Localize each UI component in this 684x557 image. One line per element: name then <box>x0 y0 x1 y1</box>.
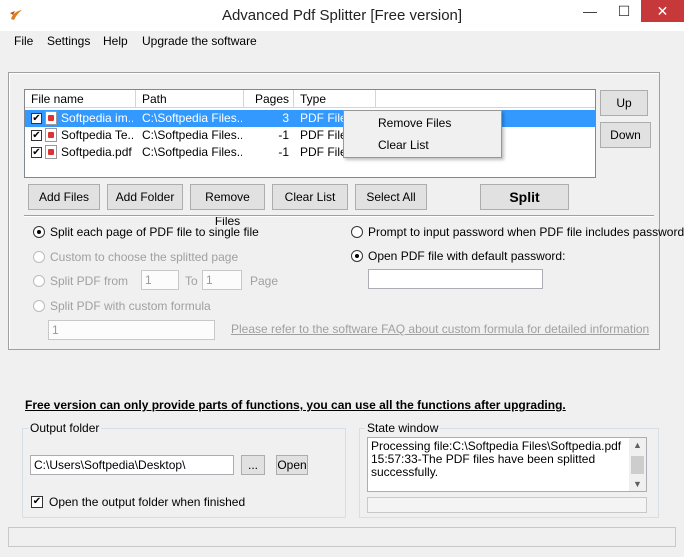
column-header-blank <box>376 90 595 108</box>
move-down-button[interactable]: Down <box>600 122 651 148</box>
file-path: C:\Softpedia Files... <box>142 128 242 142</box>
scroll-down-icon[interactable]: ▼ <box>629 478 646 491</box>
close-button[interactable]: ✕ <box>641 0 684 22</box>
file-pages: -1 <box>278 128 289 142</box>
file-path: C:\Softpedia Files... <box>142 111 242 125</box>
column-header-file-name[interactable]: File name <box>25 90 136 108</box>
pdf-file-icon <box>45 145 57 159</box>
from-page-input[interactable]: 1 <box>141 270 179 290</box>
app-window: Advanced Pdf Splitter [Free version] — ☐… <box>0 0 684 557</box>
default-password-label: Open PDF file with default password: <box>368 249 566 263</box>
open-folder-button[interactable]: Open <box>276 455 308 475</box>
row-checkbox[interactable]: ✔ <box>31 113 42 124</box>
output-folder-title: Output folder <box>28 421 102 435</box>
file-name: Softpedia im... <box>61 111 133 125</box>
title-bar[interactable]: Advanced Pdf Splitter [Free version] — ☐… <box>0 0 684 31</box>
scroll-thumb[interactable] <box>631 456 644 474</box>
context-clear-list[interactable]: Clear List <box>378 138 429 152</box>
status-bar <box>8 527 676 547</box>
split-each-label: Split each page of PDF file to single fi… <box>50 225 259 239</box>
open-when-finished-label: Open the output folder when finished <box>49 495 246 509</box>
pdf-file-icon <box>45 111 57 125</box>
log-scrollbar[interactable]: ▲ ▼ <box>629 438 646 491</box>
file-row[interactable]: ✔ Softpedia im... C:\Softpedia Files... … <box>25 110 595 127</box>
menu-bar: File Settings Help Upgrade the software <box>0 31 684 53</box>
scroll-up-icon[interactable]: ▲ <box>629 439 646 452</box>
progress-bar <box>367 497 647 513</box>
separator <box>24 215 654 217</box>
split-button[interactable]: Split <box>480 184 569 210</box>
remove-files-button[interactable]: Remove Files <box>190 184 265 228</box>
column-header-pages[interactable]: Pages <box>244 90 294 108</box>
custom-formula-radio[interactable] <box>33 300 45 312</box>
file-row[interactable]: ✔ Softpedia Te... C:\Softpedia Files... … <box>25 127 595 144</box>
file-row[interactable]: ✔ Softpedia.pdf C:\Softpedia Files... -1… <box>25 144 595 161</box>
upgrade-notice[interactable]: Free version can only provide parts of f… <box>25 398 566 412</box>
menu-upgrade[interactable]: Upgrade the software <box>142 34 257 48</box>
split-each-radio[interactable] <box>33 226 45 238</box>
maximize-button[interactable]: ☐ <box>607 0 641 22</box>
move-up-button[interactable]: Up <box>600 90 648 116</box>
file-name: Softpedia Te... <box>61 128 133 142</box>
row-checkbox[interactable]: ✔ <box>31 147 42 158</box>
file-pages: -1 <box>278 145 289 159</box>
password-input[interactable] <box>368 269 543 289</box>
add-folder-button[interactable]: Add Folder <box>107 184 183 210</box>
prompt-password-label: Prompt to input password when PDF file i… <box>368 225 684 239</box>
state-log-text: Processing file:C:\Softpedia Files\Softp… <box>371 439 622 479</box>
row-checkbox[interactable]: ✔ <box>31 130 42 141</box>
file-name: Softpedia.pdf <box>61 145 132 159</box>
to-label: To <box>185 274 198 288</box>
custom-formula-label: Split PDF with custom formula <box>50 299 211 313</box>
file-list[interactable]: File name Path Pages Type ✔ Softpedia im… <box>24 89 596 178</box>
split-from-radio[interactable] <box>33 275 45 287</box>
browse-button[interactable]: ... <box>241 455 265 475</box>
menu-help[interactable]: Help <box>103 34 128 48</box>
context-menu: Remove Files Clear List <box>343 110 502 158</box>
minimize-button[interactable]: — <box>573 0 607 22</box>
split-from-label: Split PDF from <box>50 274 129 288</box>
prompt-password-radio[interactable] <box>351 226 363 238</box>
clear-list-button[interactable]: Clear List <box>272 184 348 210</box>
menu-file[interactable]: File <box>14 34 33 48</box>
custom-choose-radio[interactable] <box>33 251 45 263</box>
output-path-input[interactable]: C:\Users\Softpedia\Desktop\ <box>30 455 234 475</box>
state-window-title: State window <box>365 421 441 435</box>
faq-link[interactable]: Please refer to the software FAQ about c… <box>231 322 649 336</box>
context-remove-files[interactable]: Remove Files <box>378 116 451 130</box>
formula-input[interactable]: 1 <box>48 320 215 340</box>
state-log[interactable]: Processing file:C:\Softpedia Files\Softp… <box>367 437 647 492</box>
column-header-path[interactable]: Path <box>136 90 244 108</box>
file-pages: 3 <box>282 111 289 125</box>
pdf-file-icon <box>45 128 57 142</box>
custom-choose-label: Custom to choose the splitted page <box>50 250 239 264</box>
to-page-input[interactable]: 1 <box>202 270 242 290</box>
select-all-button[interactable]: Select All <box>355 184 427 210</box>
page-label: Page <box>250 274 279 288</box>
menu-settings[interactable]: Settings <box>47 34 90 48</box>
add-files-button[interactable]: Add Files <box>28 184 100 210</box>
default-password-radio[interactable] <box>351 250 363 262</box>
open-when-finished-checkbox[interactable]: ✔ <box>31 496 43 508</box>
column-header-type[interactable]: Type <box>294 90 376 108</box>
file-path: C:\Softpedia Files... <box>142 145 242 159</box>
